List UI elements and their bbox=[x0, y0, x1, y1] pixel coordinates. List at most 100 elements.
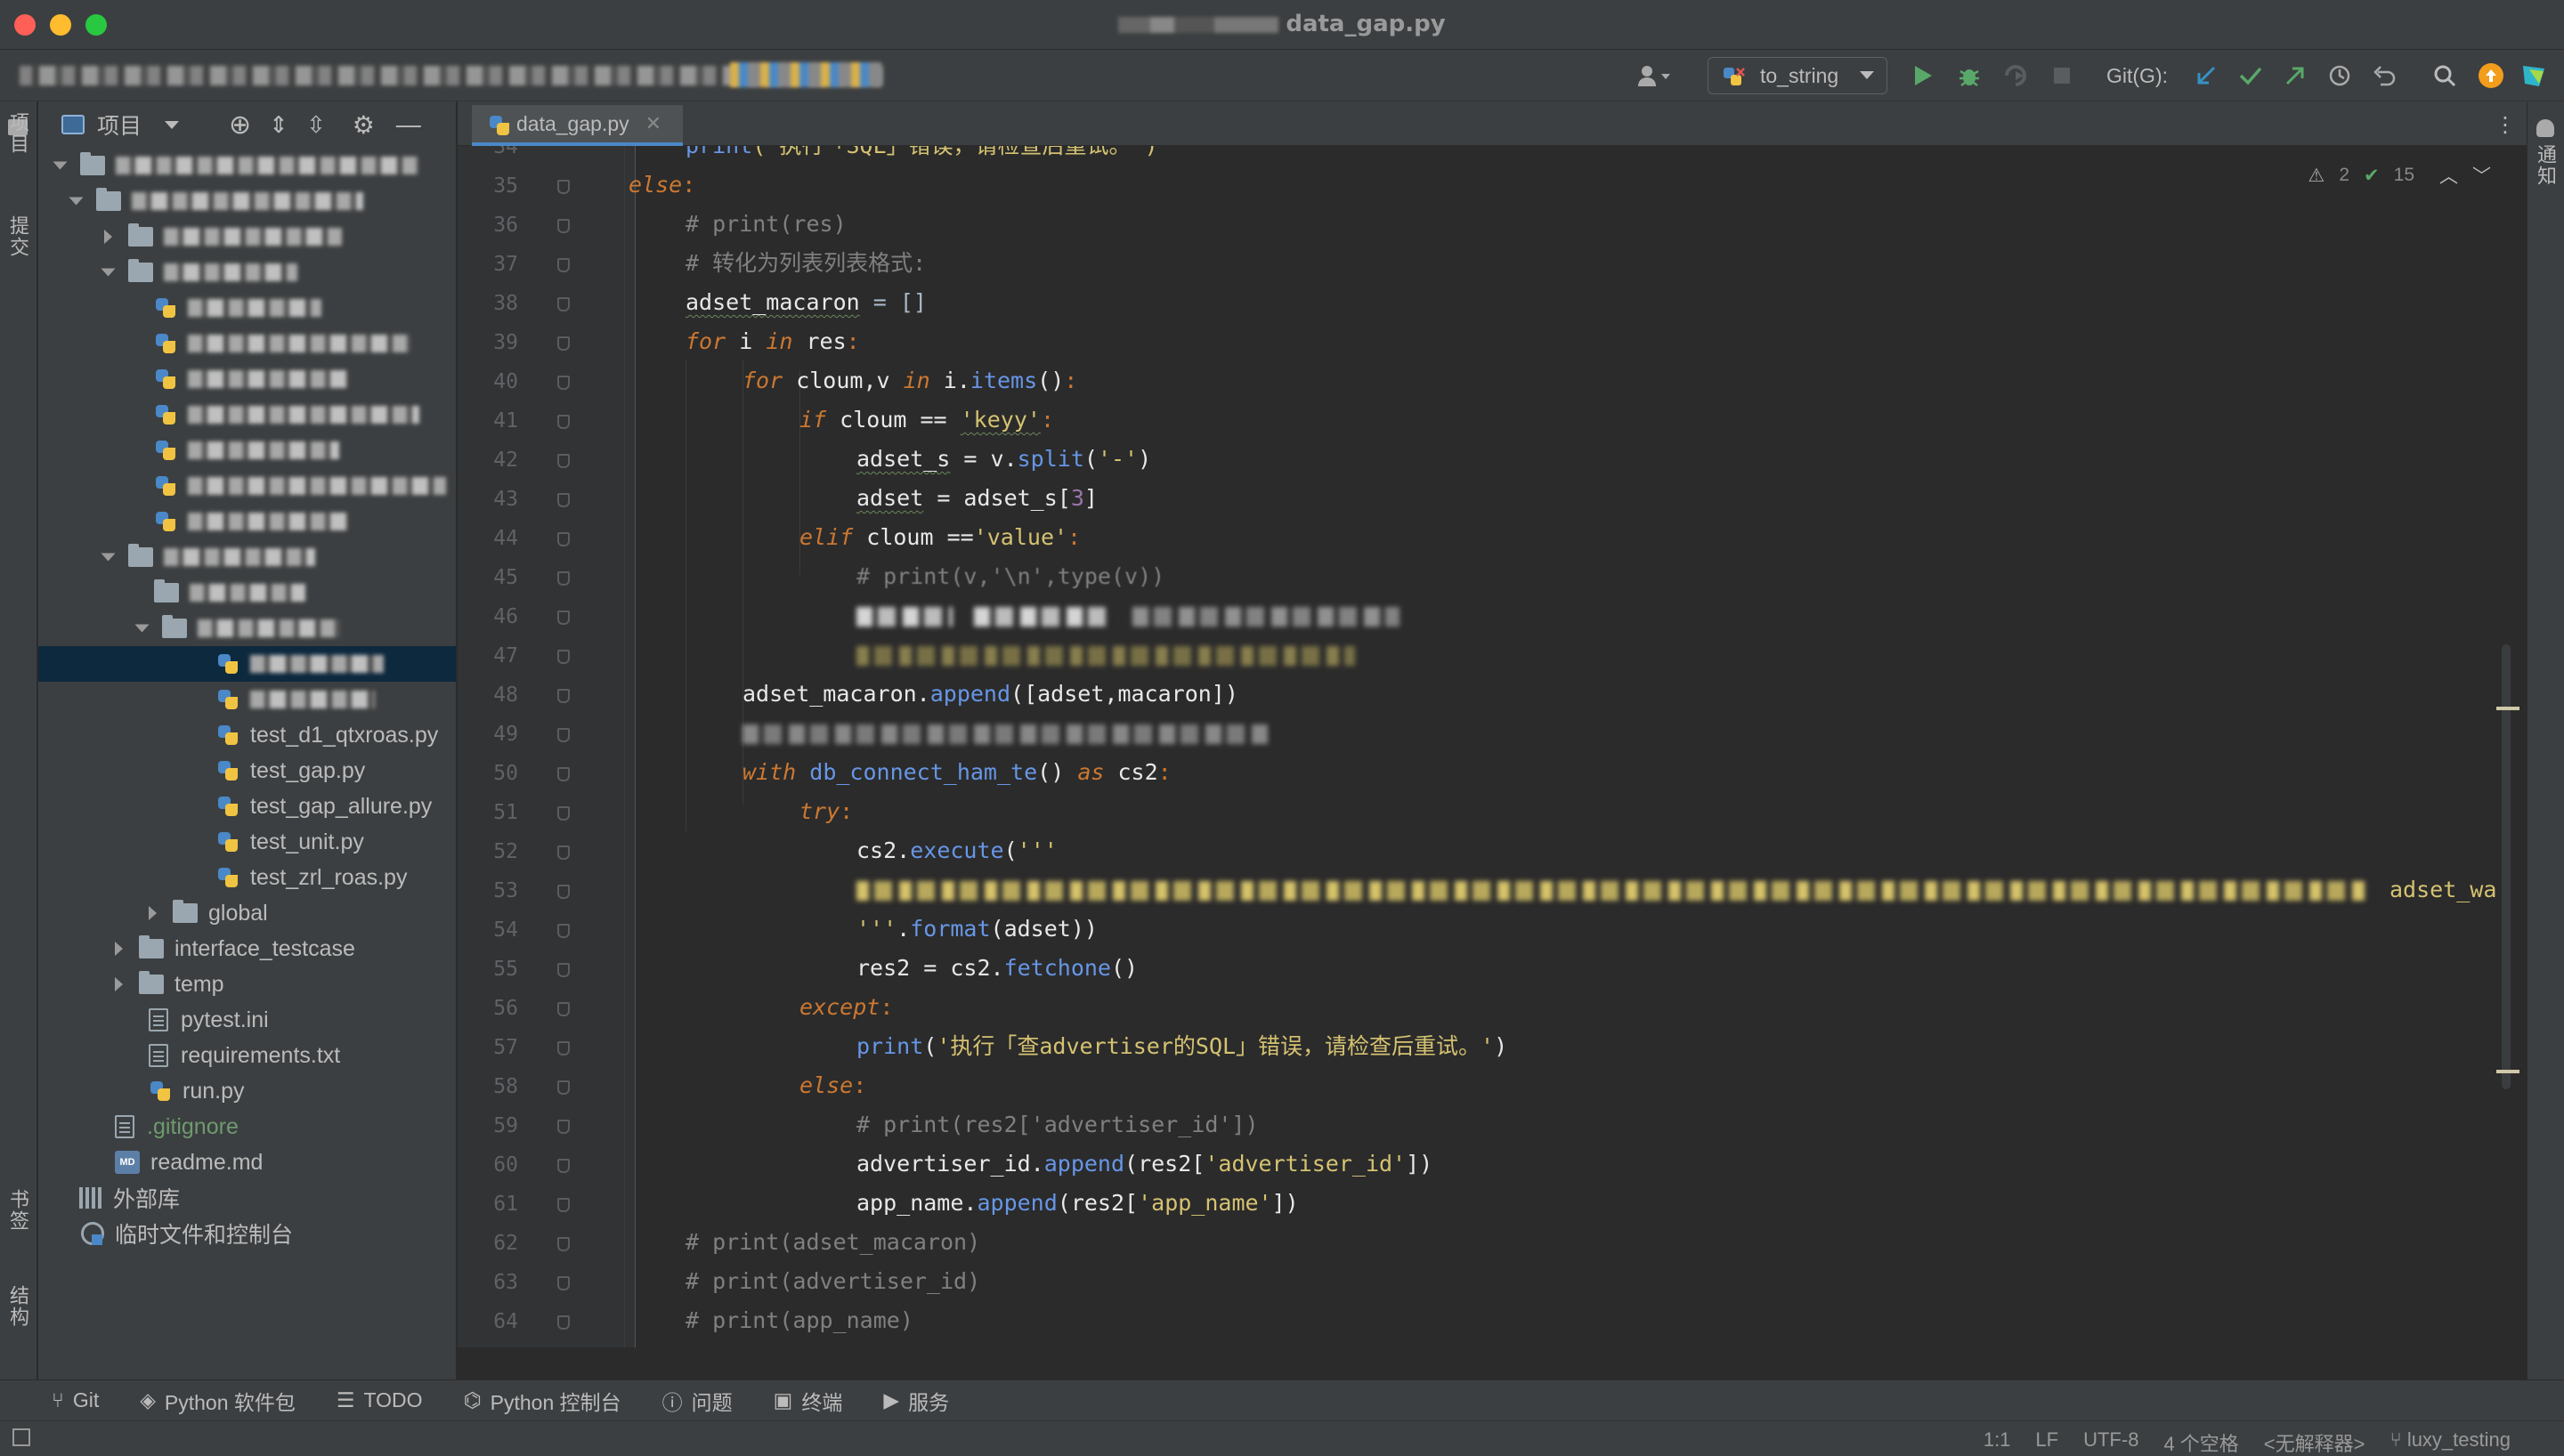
fold-marker-icon[interactable] bbox=[557, 689, 570, 703]
fold-marker-icon[interactable] bbox=[557, 571, 570, 586]
tree-row[interactable] bbox=[38, 682, 456, 717]
tree-row[interactable] bbox=[38, 255, 456, 290]
close-icon[interactable]: ✕ bbox=[645, 112, 661, 135]
bookmarks-tool-tab[interactable]: 书签 bbox=[5, 1189, 32, 1232]
user-icon[interactable] bbox=[1629, 61, 1679, 91]
fold-marker-icon[interactable] bbox=[557, 611, 570, 625]
fold-marker-icon[interactable] bbox=[557, 415, 570, 429]
tree-item-scratches[interactable]: 临时文件和控制台 bbox=[38, 1216, 456, 1251]
fold-marker-icon[interactable] bbox=[557, 1120, 570, 1134]
tree-item-gitignore[interactable]: .gitignore bbox=[38, 1109, 456, 1145]
file-encoding[interactable]: UTF-8 bbox=[2083, 1428, 2138, 1456]
git-commit-icon[interactable] bbox=[2233, 61, 2268, 91]
fold-marker-icon[interactable] bbox=[557, 1276, 570, 1290]
tree-row[interactable] bbox=[38, 183, 456, 219]
fold-marker-icon[interactable] bbox=[557, 1315, 570, 1330]
fold-marker-icon[interactable] bbox=[557, 180, 570, 194]
jetbrains-ai-icon[interactable] bbox=[2516, 61, 2552, 91]
indent-setting[interactable]: 4 个空格 bbox=[2163, 1428, 2238, 1456]
history-icon[interactable] bbox=[2322, 61, 2357, 91]
tree-item-requirements[interactable]: requirements.txt bbox=[38, 1038, 456, 1073]
tree-row[interactable] bbox=[38, 219, 456, 255]
caret-position[interactable]: 1:1 bbox=[1984, 1428, 2011, 1456]
structure-tool-tab[interactable]: 结构 bbox=[5, 1285, 32, 1328]
git-branch-widget[interactable]: ⑂ luxy_testing bbox=[2390, 1428, 2511, 1456]
debug-icon[interactable] bbox=[1951, 61, 1987, 91]
line-separator[interactable]: LF bbox=[2035, 1428, 2058, 1456]
locate-icon[interactable]: ⊕ bbox=[229, 109, 251, 141]
tree-item-pytest-ini[interactable]: pytest.ini bbox=[38, 1002, 456, 1038]
tree-item-test-d1-qtxroas[interactable]: test_d1_qtxroas.py bbox=[38, 717, 456, 753]
tree-item-external-libraries[interactable]: 外部库 bbox=[38, 1180, 456, 1216]
tree-row[interactable] bbox=[38, 290, 456, 326]
tree-item-test-unit[interactable]: test_unit.py bbox=[38, 824, 456, 860]
fold-marker-icon[interactable] bbox=[557, 845, 570, 860]
fold-marker-icon[interactable] bbox=[557, 767, 570, 781]
fold-marker-icon[interactable] bbox=[557, 650, 570, 664]
fold-marker-icon[interactable] bbox=[557, 532, 570, 546]
tree-item-global[interactable]: global bbox=[38, 895, 456, 931]
fold-marker-icon[interactable] bbox=[557, 924, 570, 938]
run-configuration-select[interactable]: to_string bbox=[1708, 57, 1887, 94]
chevron-up-icon[interactable]: ︿ bbox=[2439, 162, 2458, 189]
inspection-widget[interactable]: ⚠ 2 ✔ 15 ︿ ﹀ bbox=[2308, 162, 2491, 189]
git-tool-button[interactable]: ⑂ Git bbox=[52, 1388, 99, 1412]
layout-icon[interactable] bbox=[12, 1428, 30, 1446]
terminal-tool-button[interactable]: ▣ 终端 bbox=[774, 1386, 843, 1416]
interpreter-selector[interactable]: <无解释器> bbox=[2264, 1428, 2365, 1456]
chevron-down-icon[interactable] bbox=[165, 120, 180, 129]
python-packages-tool-button[interactable]: ◈ Python 软件包 bbox=[140, 1386, 296, 1416]
tree-row[interactable] bbox=[38, 575, 456, 611]
tree-item-test-zrl-roas[interactable]: test_zrl_roas.py bbox=[38, 860, 456, 895]
fold-marker-icon[interactable] bbox=[557, 219, 570, 233]
vertical-scrollbar[interactable] bbox=[2502, 644, 2511, 1089]
fold-marker-icon[interactable] bbox=[557, 1041, 570, 1056]
fold-marker-icon[interactable] bbox=[557, 885, 570, 899]
tree-row[interactable] bbox=[38, 539, 456, 575]
rollback-icon[interactable] bbox=[2366, 61, 2402, 91]
breadcrumb-file[interactable] bbox=[730, 62, 881, 87]
tree-row[interactable] bbox=[38, 397, 456, 433]
tree-row[interactable] bbox=[38, 468, 456, 504]
tree-row[interactable] bbox=[38, 611, 456, 646]
tree-item-run-py[interactable]: run.py bbox=[38, 1073, 456, 1109]
fold-marker-icon[interactable] bbox=[557, 258, 570, 272]
fold-marker-icon[interactable] bbox=[557, 376, 570, 390]
update-icon[interactable] bbox=[2473, 61, 2509, 91]
tree-row[interactable] bbox=[38, 361, 456, 397]
todo-tool-button[interactable]: ☰ TODO bbox=[337, 1388, 423, 1412]
expand-all-icon[interactable]: ⇕ bbox=[269, 111, 288, 139]
chevron-down-icon[interactable]: ﹀ bbox=[2472, 162, 2491, 189]
fold-marker-icon[interactable] bbox=[557, 493, 570, 507]
tree-row[interactable] bbox=[38, 148, 456, 183]
tree-item-readme[interactable]: MD readme.md bbox=[38, 1145, 456, 1180]
notifications-tool-tab[interactable]: 通知 bbox=[2533, 144, 2560, 187]
tree-row[interactable] bbox=[38, 433, 456, 468]
tree-row-selected[interactable] bbox=[38, 646, 456, 682]
python-console-tool-button[interactable]: ⌬ Python 控制台 bbox=[464, 1386, 621, 1416]
fold-marker-icon[interactable] bbox=[557, 806, 570, 821]
coverage-icon[interactable] bbox=[1998, 61, 2033, 91]
fold-marker-icon[interactable] bbox=[557, 1159, 570, 1173]
problems-tool-button[interactable]: ⓘ 问题 bbox=[662, 1386, 733, 1416]
tree-item-test-gap-allure[interactable]: test_gap_allure.py bbox=[38, 789, 456, 824]
fold-marker-icon[interactable] bbox=[557, 336, 570, 351]
commit-tool-tab[interactable]: 提交 bbox=[5, 215, 32, 258]
git-update-icon[interactable] bbox=[2188, 61, 2224, 91]
fold-marker-icon[interactable] bbox=[557, 297, 570, 311]
fold-marker-icon[interactable] bbox=[557, 728, 570, 742]
fold-marker-icon[interactable] bbox=[557, 1237, 570, 1251]
services-tool-button[interactable]: ▶ 服务 bbox=[883, 1386, 949, 1416]
fold-marker-icon[interactable] bbox=[557, 1080, 570, 1095]
editor-tab-data-gap[interactable]: data_gap.py ✕ bbox=[472, 105, 684, 146]
run-icon[interactable] bbox=[1905, 61, 1941, 91]
fold-marker-icon[interactable] bbox=[557, 454, 570, 468]
code-editor[interactable]: ⚠ 2 ✔ 15 ︿ ﹀ 34 35 36 37 38 39 40 41 42 43 44 45 46 47 4… bbox=[458, 146, 2527, 1347]
more-options-icon[interactable]: ⋮ bbox=[2495, 112, 2516, 138]
tree-item-interface-testcase[interactable]: interface_testcase bbox=[38, 931, 456, 967]
tree-item-test-gap[interactable]: test_gap.py bbox=[38, 753, 456, 789]
search-icon[interactable] bbox=[2427, 61, 2463, 91]
fold-marker-icon[interactable] bbox=[557, 1002, 570, 1016]
hide-panel-icon[interactable]: — bbox=[396, 110, 421, 139]
git-push-icon[interactable] bbox=[2277, 61, 2313, 91]
